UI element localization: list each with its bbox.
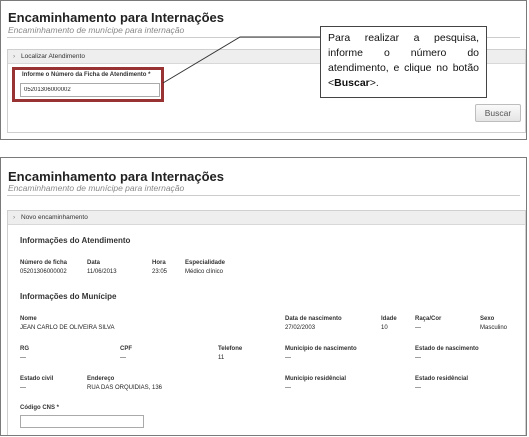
label-hora: Hora: [152, 260, 166, 266]
page-subtitle: Encaminhamento de munícipe para internaç…: [8, 183, 185, 193]
callout-text-end: >.: [369, 77, 379, 89]
label-municipio-residencial: Município residêncial: [285, 376, 347, 382]
label-ficha: Número de ficha: [20, 260, 68, 266]
label-telefone: Telefone: [218, 346, 243, 352]
label-nascimento: Data de nascimento: [285, 316, 342, 322]
label-cpf: CPF: [120, 346, 132, 352]
value-estado-nascimento: —: [415, 355, 421, 361]
value-municipio-nascimento: —: [285, 355, 291, 361]
label-data: Data: [87, 260, 101, 266]
section-municipe: Informações do Munícipe: [20, 292, 117, 301]
label-nome: Nome: [20, 316, 37, 322]
value-raca: —: [415, 325, 421, 331]
value-telefone: 11: [218, 355, 225, 361]
value-hora: 23:05: [152, 269, 168, 275]
panel-title: Novo encaminhamento: [21, 214, 88, 221]
callout-bold: Buscar: [334, 77, 370, 89]
value-nome: JEAN CARLO DE OLIVEIRA SILVA: [20, 325, 115, 331]
value-idade: 10: [381, 325, 388, 331]
value-ficha: 05201306000002: [20, 269, 67, 275]
value-nascimento: 27/02/2003: [285, 325, 316, 331]
value-especialidade: Médico clínico: [185, 269, 224, 275]
section-atendimento: Informações do Atendimento: [20, 236, 131, 245]
chevron-right-icon: ›: [13, 214, 16, 221]
label-municipio-nascimento: Município de nascimento: [285, 346, 357, 352]
value-endereco: RUA DAS ORQUIDIAS, 136: [87, 385, 163, 391]
label-raca: Raça/Cor: [415, 316, 442, 322]
label-estado-civil: Estado civil: [20, 376, 54, 382]
label-estado-residencial: Estado residêncial: [415, 376, 469, 382]
value-estado-residencial: —: [415, 385, 421, 391]
panel-header[interactable]: › Novo encaminhamento: [8, 211, 525, 225]
label-endereco: Endereço: [87, 376, 115, 382]
value-rg: —: [20, 355, 26, 361]
value-estado-civil: —: [20, 385, 26, 391]
title-divider: [7, 195, 520, 196]
label-cns: Código CNS *: [20, 405, 59, 411]
cns-input[interactable]: [20, 415, 144, 428]
label-sexo: Sexo: [480, 316, 495, 322]
label-especialidade: Especialidade: [185, 260, 226, 266]
label-idade: Idade: [381, 316, 397, 322]
instruction-callout: Para realizar a pesquisa, informe o núme…: [320, 26, 487, 98]
label-estado-nascimento: Estado de nascimento: [415, 346, 479, 352]
value-sexo: Masculino: [480, 325, 508, 331]
value-municipio-residencial: —: [285, 385, 291, 391]
label-rg: RG: [20, 346, 29, 352]
page-title: Encaminhamento para Internações: [8, 169, 225, 184]
value-data: 11/06/2013: [87, 269, 117, 275]
value-cpf: —: [120, 355, 126, 361]
